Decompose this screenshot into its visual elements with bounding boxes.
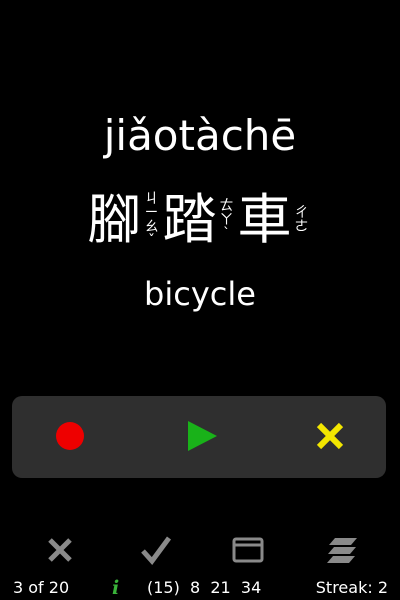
flip-card-button[interactable] (232, 534, 264, 566)
play-button[interactable] (184, 418, 220, 454)
close-icon (316, 422, 344, 450)
info-button[interactable]: i (112, 576, 119, 600)
play-icon (188, 421, 217, 451)
window-icon (232, 537, 264, 563)
english-translation: bicycle (144, 275, 256, 313)
delete-recording-button[interactable] (312, 418, 348, 454)
character-row: 腳 ㄐㄧㄠˇ 踏 ㄊㄚˋ 車 ㄔㄜ (0, 180, 400, 260)
card-counter: 3 of 20 (13, 578, 70, 597)
cards-stack-icon (327, 538, 357, 563)
character-group: 腳 ㄐㄧㄠˇ (88, 190, 163, 250)
record-button[interactable] (52, 418, 88, 454)
check-icon (141, 536, 172, 565)
character-group: 踏 ㄊㄚˋ (163, 190, 238, 250)
review-stats: (15) 8 21 34 (147, 578, 262, 597)
streak-count: Streak: 2 (315, 578, 388, 597)
status-bar: 3 of 20 i (15) 8 21 34 Streak: 2 (0, 576, 400, 600)
hanzi-character: 車 (237, 188, 292, 251)
deck-button[interactable] (326, 534, 358, 566)
zhuyin-annotation: ㄐㄧㄠˇ (144, 191, 159, 249)
audio-controls-panel (12, 396, 386, 478)
hanzi-character: 腳 (87, 188, 142, 251)
character-group: 車 ㄔㄜ (238, 190, 313, 250)
correct-button[interactable] (140, 534, 172, 566)
hanzi-character: 踏 (162, 188, 217, 251)
close-icon (48, 538, 72, 562)
pinyin-text: jiǎotàchē (103, 111, 297, 160)
bottom-toolbar (0, 534, 400, 570)
zhuyin-annotation: ㄊㄚˋ (219, 198, 234, 242)
record-icon (56, 422, 84, 450)
wrong-button[interactable] (44, 534, 76, 566)
zhuyin-annotation: ㄔㄜ (294, 205, 309, 235)
